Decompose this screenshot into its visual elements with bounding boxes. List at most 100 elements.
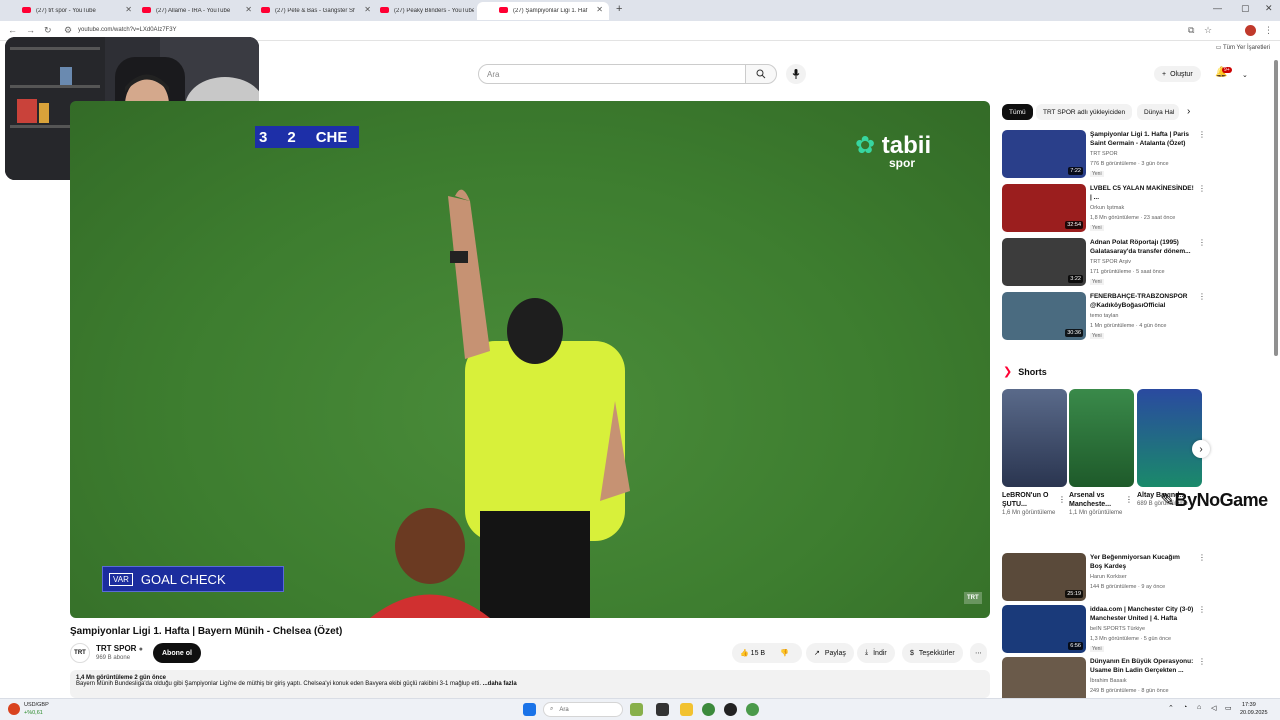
var-goal-check-banner: VAR GOAL CHECK (102, 566, 284, 592)
taskbar-search[interactable]: ⌕ Ara (543, 702, 623, 717)
video-thumbnail: 3:22 (1002, 238, 1086, 286)
more-actions-button[interactable]: ⋯ (970, 643, 987, 663)
recommended-video[interactable]: 25:19 Yer Beğenmiyorsan Kucağım Boş Karde… (1002, 553, 1206, 603)
more-vertical-icon[interactable]: ⋮ (1198, 605, 1206, 614)
browser-tab-2[interactable]: (27) Allame - IRA - YouTube ✕ (120, 2, 258, 20)
bynogame-logo: ✎ByNoGame (1160, 490, 1268, 510)
ticker-icon (8, 703, 20, 715)
search-button[interactable] (745, 64, 777, 84)
thumbs-down-icon: 👎 (780, 650, 789, 657)
windows-start-icon[interactable] (523, 703, 536, 716)
tabii-spor-logo: ✿ tabii spor (855, 132, 932, 170)
more-vertical-icon[interactable]: ⋮ (1125, 495, 1133, 504)
chip-from-uploader[interactable]: TRT SPOR adlı yükleyiciden (1036, 104, 1133, 120)
recommended-title: Adnan Polat Röportajı (1995) Galatasaray… (1090, 239, 1191, 255)
new-badge: Yeni (1090, 225, 1104, 231)
video-player[interactable]: 3 2 CHE ✿ tabii spor VAR GOAL CHECK TRT (70, 101, 990, 618)
chrome-icon[interactable] (702, 703, 715, 716)
channel-avatar[interactable]: TRT (70, 643, 90, 663)
subscribe-button[interactable]: Abone ol (153, 643, 201, 663)
short-thumbnail (1069, 389, 1134, 487)
new-badge: Yeni (1090, 333, 1104, 339)
search-input[interactable]: Ara (478, 64, 746, 84)
account-avatar[interactable]: ⌄ (1242, 71, 1248, 79)
more-vertical-icon[interactable]: ⋮ (1198, 657, 1206, 666)
short-item[interactable]: Arsenal vs Mancheste... 1,1 Mn görüntüle… (1069, 389, 1134, 518)
ticker-name[interactable]: USD/GBP (24, 702, 49, 708)
site-info-icon[interactable]: ⚙ (64, 25, 72, 36)
more-vertical-icon[interactable]: ⋮ (1198, 292, 1206, 301)
voice-search-button[interactable] (786, 64, 806, 84)
all-bookmarks[interactable]: ▭ Tüm Yer İşaretleri (1216, 44, 1270, 51)
subscriber-count: 969 B abone (96, 655, 131, 661)
browser-tab-5-active[interactable]: (27) Şampiyonlar Ligi 1. Haf ✕ (477, 2, 609, 20)
recommended-video[interactable]: 3:22 Adnan Polat Röportajı (1995) Galatas… (1002, 238, 1206, 288)
reload-icon[interactable]: ↻ (44, 25, 52, 36)
minimize-button[interactable]: — (1213, 3, 1222, 13)
window-close-button[interactable]: ✕ (1265, 3, 1273, 14)
short-item[interactable]: LeBRON'un O ŞUTU... 1,6 Mn görüntüleme ⋮ (1002, 389, 1067, 518)
dislike-button[interactable]: 👎 (780, 649, 789, 657)
app-icon[interactable] (724, 703, 737, 716)
thumbs-up-icon: 👍 (740, 650, 749, 657)
wifi-icon[interactable]: ◔ (1183, 704, 1187, 711)
thanks-button[interactable]: $ Teşekkürler (902, 643, 963, 663)
show-more-link[interactable]: ...daha fazla (483, 681, 517, 687)
youtube-icon (261, 7, 270, 13)
share-button[interactable]: ↗ Paylaş (806, 643, 854, 663)
shorts-next-button[interactable]: › (1192, 440, 1210, 458)
maximize-button[interactable]: ▢ (1241, 3, 1250, 14)
network-icon[interactable]: ⌂ (1197, 704, 1201, 711)
more-vertical-icon[interactable]: ⋮ (1198, 184, 1206, 193)
chrome-icon[interactable] (746, 703, 759, 716)
url-text[interactable]: youtube.com/watch?v=LXd0AIz7F3Y (78, 27, 177, 33)
chip-all[interactable]: Tümü (1002, 104, 1033, 120)
video-duration: 6:56 (1068, 642, 1083, 650)
video-thumbnail: 25:19 (1002, 553, 1086, 601)
browser-menu-icon[interactable]: ⋮ (1264, 25, 1273, 36)
plus-icon: + (1162, 70, 1167, 78)
like-button[interactable]: 👍 15 B (740, 649, 765, 657)
task-view-icon[interactable] (656, 703, 669, 716)
description-box[interactable]: 1,4 Mn görüntüleme 2 gün önce Bayern Mün… (70, 670, 990, 698)
browser-tab-1[interactable]: (27) trt spor - YouTube ✕ (0, 2, 138, 20)
recommended-channel: TRT SPOR Arşiv (1090, 259, 1132, 265)
recommended-video[interactable]: 7:22 Şampiyonlar Ligi 1. Hafta | Paris Sa… (1002, 130, 1206, 180)
widget-icon[interactable] (630, 703, 643, 716)
browser-tab-3[interactable]: (27) Pete & Bas - Gangster Sh ✕ (239, 2, 377, 20)
video-duration: 30:36 (1065, 329, 1083, 337)
channel-name[interactable]: TRT SPOR ● (96, 644, 143, 653)
more-vertical-icon[interactable]: ⋮ (1058, 495, 1066, 504)
forward-icon[interactable]: → (26, 25, 35, 35)
recommended-video[interactable]: 6:56 iddaa.com | Manchester City (3-0) Ma… (1002, 605, 1206, 655)
create-button[interactable]: + Oluştur (1154, 66, 1201, 82)
recommended-video[interactable]: 32:54 LVBEL C5 YALAN MAKİNESİNDE! | ... Or… (1002, 184, 1206, 234)
clock-date: 20.09.2025 (1240, 710, 1268, 716)
bookmark-star-icon[interactable]: ☆ (1204, 25, 1212, 36)
chevron-right-icon[interactable]: › (1187, 106, 1190, 117)
back-icon[interactable]: ← (8, 25, 17, 35)
tray-arrow-icon[interactable]: ⌃ (1168, 704, 1174, 712)
microphone-icon (792, 69, 800, 79)
recommended-video[interactable]: 30:36 FENERBAHÇE-TRABZONSPOR @KadıköyBoğa… (1002, 292, 1206, 342)
install-icon[interactable]: ⧉ (1188, 25, 1194, 36)
share-icon: ↗ (814, 650, 820, 657)
browser-tab-4[interactable]: (27) Peaky Blinders - YouTube✕ (358, 2, 496, 20)
page-scrollbar[interactable] (1274, 60, 1278, 356)
new-tab-button[interactable]: + (616, 3, 622, 15)
more-vertical-icon[interactable]: ⋮ (1198, 130, 1206, 139)
close-icon[interactable]: ✕ (596, 5, 603, 14)
flame-icon: ✎ (1160, 490, 1175, 510)
file-explorer-icon[interactable] (680, 703, 693, 716)
more-vertical-icon[interactable]: ⋮ (1198, 553, 1206, 562)
volume-icon[interactable]: ◁ (1211, 704, 1216, 712)
recommended-meta: 776 B görüntüleme · 3 gün önce (1090, 161, 1169, 167)
battery-icon[interactable]: ▭ (1225, 704, 1232, 712)
more-vertical-icon[interactable]: ⋮ (1198, 238, 1206, 247)
clock-time[interactable]: 17:39 (1242, 702, 1256, 708)
download-button[interactable]: ⤓ İndir (857, 643, 895, 663)
recommended-channel: beIN SPORTS Türkiye (1090, 626, 1146, 632)
more-horizontal-icon: ⋯ (975, 650, 982, 657)
profile-avatar[interactable] (1245, 25, 1256, 36)
chip-world[interactable]: Dünya Hal (1137, 104, 1179, 120)
